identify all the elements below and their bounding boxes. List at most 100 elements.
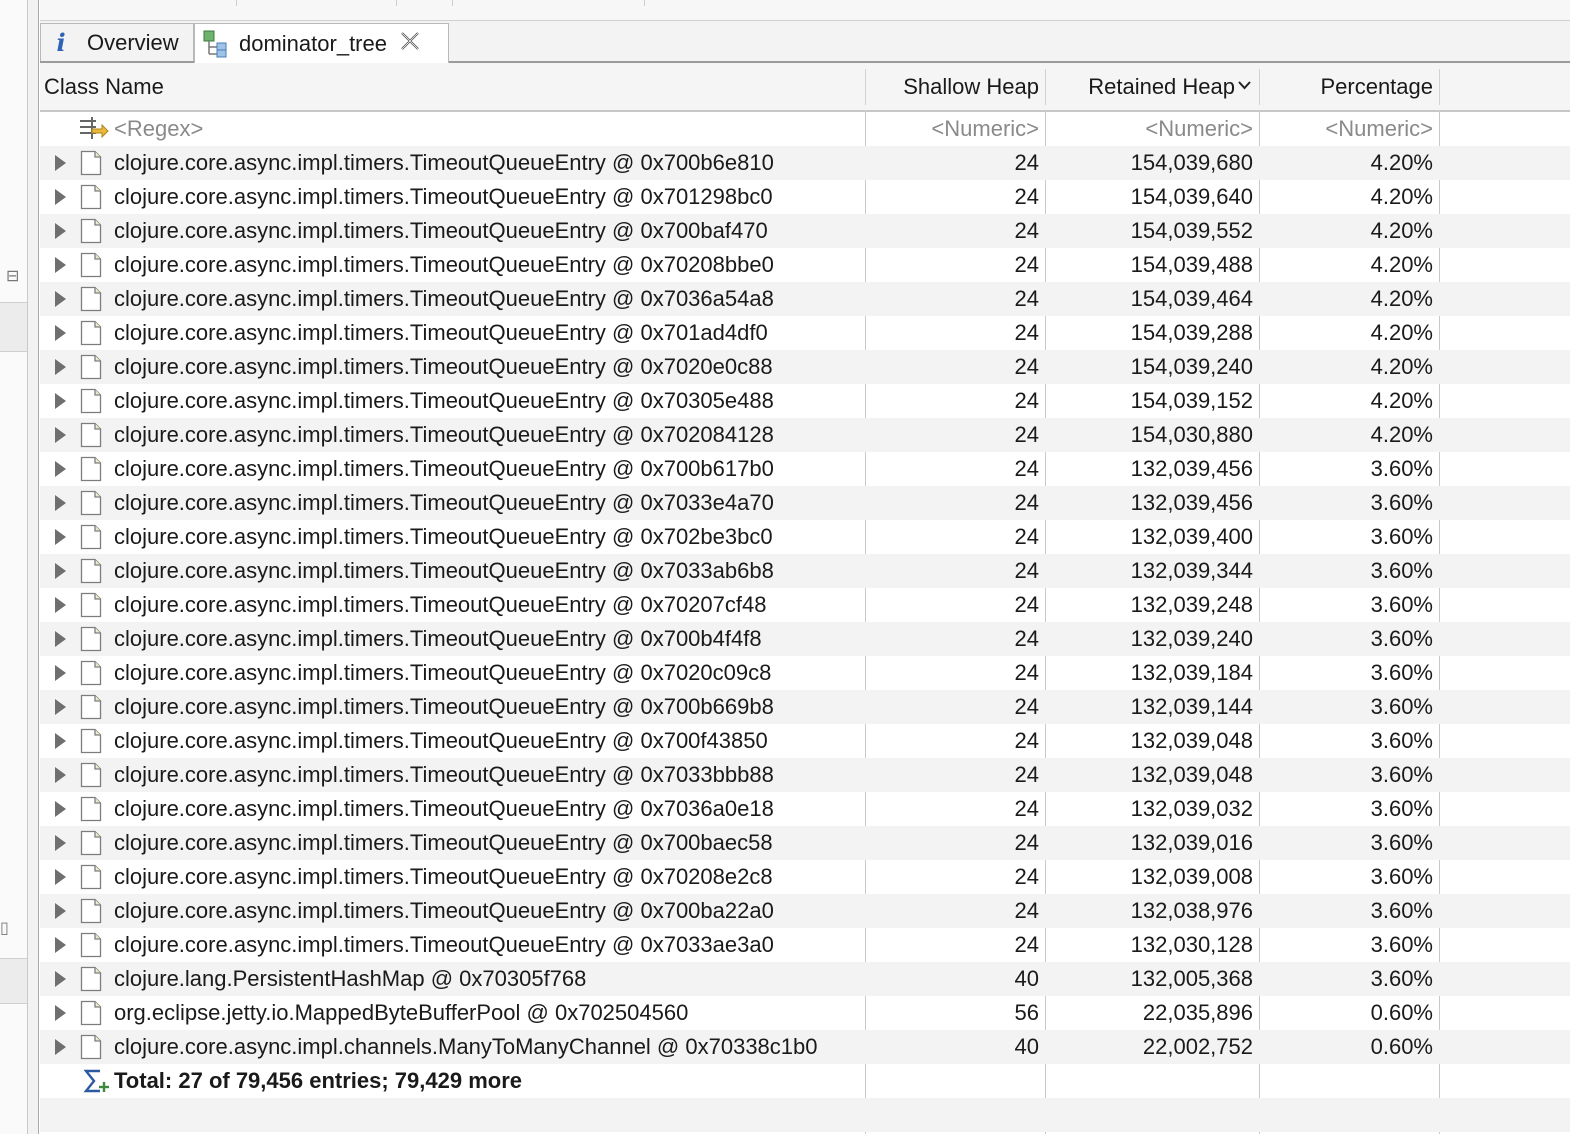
- table-row[interactable]: clojure.core.async.impl.timers.TimeoutQu…: [40, 282, 1570, 316]
- table-row[interactable]: clojure.core.async.impl.timers.TimeoutQu…: [40, 486, 1570, 520]
- expand-arrow-icon[interactable]: [55, 665, 66, 681]
- retained-heap-filter[interactable]: <Numeric>: [1046, 112, 1259, 146]
- expand-arrow-icon[interactable]: [55, 733, 66, 749]
- expand-arrow-icon[interactable]: [55, 1005, 66, 1021]
- editor-tab-bar: i Overview dominator_tree: [40, 21, 1570, 63]
- column-header-class-name[interactable]: Class Name: [44, 63, 864, 110]
- expand-arrow-icon[interactable]: [55, 223, 66, 239]
- column-header-label: Retained Heap: [1088, 74, 1235, 99]
- expand-arrow-icon[interactable]: [55, 393, 66, 409]
- table-row[interactable]: clojure.core.async.impl.timers.TimeoutQu…: [40, 384, 1570, 418]
- expand-arrow-icon[interactable]: [55, 427, 66, 443]
- expand-arrow-icon[interactable]: [55, 699, 66, 715]
- class-name-cell: clojure.core.async.impl.timers.TimeoutQu…: [114, 524, 773, 549]
- shallow-heap-cell: 24: [1014, 592, 1039, 617]
- expand-arrow-icon[interactable]: [55, 359, 66, 375]
- class-name-cell: clojure.core.async.impl.timers.TimeoutQu…: [114, 660, 772, 685]
- percentage-cell: 3.60%: [1370, 558, 1433, 583]
- retained-heap-cell: 132,039,456: [1130, 490, 1253, 515]
- table-row[interactable]: clojure.core.async.impl.timers.TimeoutQu…: [40, 724, 1570, 758]
- tab-label: Overview: [87, 29, 179, 55]
- close-icon[interactable]: [399, 30, 421, 58]
- expand-arrow-icon[interactable]: [55, 767, 66, 783]
- tab-dominator-tree[interactable]: dominator_tree: [194, 23, 449, 63]
- expand-arrow-icon[interactable]: [55, 971, 66, 987]
- tab-overview[interactable]: i Overview: [40, 23, 194, 61]
- expand-arrow-icon[interactable]: [55, 529, 66, 545]
- retained-heap-cell: 132,039,048: [1130, 762, 1253, 787]
- percentage-cell: 0.60%: [1370, 1034, 1433, 1059]
- retained-heap-cell: 132,005,368: [1130, 966, 1253, 991]
- table-row[interactable]: clojure.core.async.impl.timers.TimeoutQu…: [40, 554, 1570, 588]
- table-row[interactable]: clojure.lang.PersistentHashMap @ 0x70305…: [40, 962, 1570, 996]
- expand-arrow-icon[interactable]: [55, 155, 66, 171]
- table-row[interactable]: clojure.core.async.impl.timers.TimeoutQu…: [40, 146, 1570, 180]
- shallow-heap-cell: 24: [1014, 422, 1039, 447]
- object-icon: [80, 1034, 102, 1060]
- view-sash[interactable]: [28, 0, 39, 1134]
- expand-arrow-icon[interactable]: [55, 291, 66, 307]
- shallow-heap-cell: 24: [1014, 728, 1039, 753]
- expand-arrow-icon[interactable]: [55, 835, 66, 851]
- expand-arrow-icon[interactable]: [55, 257, 66, 273]
- shallow-heap-cell: 24: [1014, 796, 1039, 821]
- table-row[interactable]: clojure.core.async.impl.timers.TimeoutQu…: [40, 792, 1570, 826]
- expand-arrow-icon[interactable]: [55, 1039, 66, 1055]
- table-row[interactable]: clojure.core.async.impl.timers.TimeoutQu…: [40, 418, 1570, 452]
- table-row[interactable]: clojure.core.async.impl.timers.TimeoutQu…: [40, 214, 1570, 248]
- shallow-heap-cell: 40: [1014, 1034, 1039, 1059]
- class-name-cell: clojure.core.async.impl.timers.TimeoutQu…: [114, 422, 774, 447]
- shallow-heap-cell: 24: [1014, 524, 1039, 549]
- table-row[interactable]: clojure.core.async.impl.timers.TimeoutQu…: [40, 452, 1570, 486]
- expand-arrow-icon[interactable]: [55, 189, 66, 205]
- retained-heap-cell: 132,038,976: [1130, 898, 1253, 923]
- retained-heap-cell: 154,039,288: [1130, 320, 1253, 345]
- object-icon: [80, 830, 102, 856]
- expand-arrow-icon[interactable]: [55, 801, 66, 817]
- table-row[interactable]: clojure.core.async.impl.timers.TimeoutQu…: [40, 350, 1570, 384]
- table-row[interactable]: clojure.core.async.impl.timers.TimeoutQu…: [40, 860, 1570, 894]
- collapse-icon[interactable]: ⊟: [6, 266, 19, 286]
- table-row[interactable]: clojure.core.async.impl.timers.TimeoutQu…: [40, 316, 1570, 350]
- table-row[interactable]: clojure.core.async.impl.timers.TimeoutQu…: [40, 588, 1570, 622]
- table-row[interactable]: clojure.core.async.impl.timers.TimeoutQu…: [40, 758, 1570, 792]
- shallow-heap-cell: 24: [1014, 932, 1039, 957]
- table-row[interactable]: clojure.core.async.impl.timers.TimeoutQu…: [40, 248, 1570, 282]
- expand-arrow-icon[interactable]: [55, 903, 66, 919]
- percentage-cell: 3.60%: [1370, 864, 1433, 889]
- object-icon: [80, 320, 102, 346]
- class-name-filter[interactable]: <Regex>: [114, 112, 854, 146]
- expand-arrow-icon[interactable]: [55, 563, 66, 579]
- class-name-cell: clojure.core.async.impl.timers.TimeoutQu…: [114, 150, 774, 175]
- expand-arrow-icon[interactable]: [55, 597, 66, 613]
- table-row[interactable]: clojure.core.async.impl.timers.TimeoutQu…: [40, 180, 1570, 214]
- table-row[interactable]: org.eclipse.jetty.io.MappedByteBufferPoo…: [40, 996, 1570, 1030]
- expand-arrow-icon[interactable]: [55, 869, 66, 885]
- object-icon: [80, 728, 102, 754]
- expand-arrow-icon[interactable]: [55, 461, 66, 477]
- table-row[interactable]: clojure.core.async.impl.timers.TimeoutQu…: [40, 690, 1570, 724]
- column-header-shallow-heap[interactable]: Shallow Heap: [866, 63, 1045, 110]
- expand-arrow-icon[interactable]: [55, 631, 66, 647]
- percentage-filter[interactable]: <Numeric>: [1260, 112, 1439, 146]
- table-row[interactable]: clojure.core.async.impl.timers.TimeoutQu…: [40, 520, 1570, 554]
- expand-arrow-icon[interactable]: [55, 325, 66, 341]
- column-header-retained-heap[interactable]: Retained Heap: [1046, 63, 1259, 110]
- percentage-cell: 4.20%: [1370, 184, 1433, 209]
- table-row[interactable]: clojure.core.async.impl.timers.TimeoutQu…: [40, 656, 1570, 690]
- table-row[interactable]: clojure.core.async.impl.timers.TimeoutQu…: [40, 622, 1570, 656]
- class-name-cell: clojure.core.async.impl.timers.TimeoutQu…: [114, 932, 774, 957]
- table-row[interactable]: clojure.core.async.impl.timers.TimeoutQu…: [40, 894, 1570, 928]
- table-row[interactable]: clojure.core.async.impl.timers.TimeoutQu…: [40, 928, 1570, 962]
- shallow-heap-cell: 24: [1014, 626, 1039, 651]
- class-name-cell: clojure.lang.PersistentHashMap @ 0x70305…: [114, 966, 587, 991]
- expand-arrow-icon[interactable]: [55, 495, 66, 511]
- expand-arrow-icon[interactable]: [55, 937, 66, 953]
- shallow-heap-cell: 24: [1014, 898, 1039, 923]
- tab-label: dominator_tree: [239, 30, 387, 56]
- column-header-percentage[interactable]: Percentage: [1260, 63, 1439, 110]
- class-name-cell: clojure.core.async.impl.timers.TimeoutQu…: [114, 354, 773, 379]
- table-row[interactable]: clojure.core.async.impl.timers.TimeoutQu…: [40, 826, 1570, 860]
- shallow-heap-filter[interactable]: <Numeric>: [866, 112, 1045, 146]
- table-row[interactable]: clojure.core.async.impl.channels.ManyToM…: [40, 1030, 1570, 1064]
